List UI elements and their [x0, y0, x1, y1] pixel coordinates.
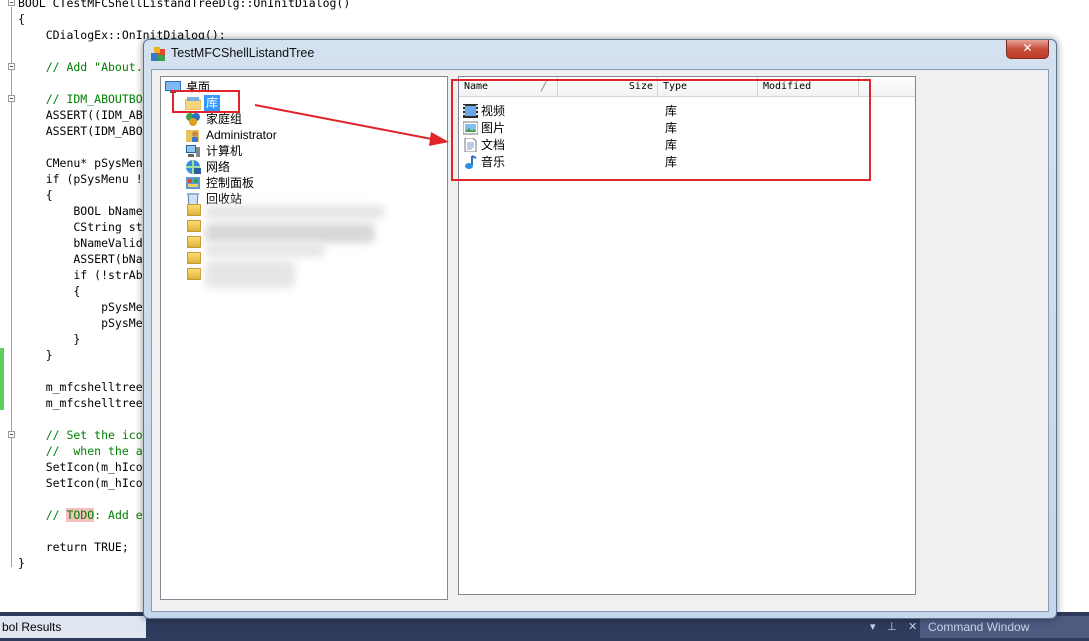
column-header-type[interactable]: Type: [658, 77, 758, 96]
redacted-text: [205, 205, 385, 219]
code-text: }: [18, 348, 53, 362]
homegroup-icon: [185, 111, 201, 127]
tree-item[interactable]: Administrator: [185, 127, 279, 143]
tree-item[interactable]: 库: [185, 95, 221, 111]
tree-item-label: 计算机: [206, 144, 243, 158]
window-title: TestMFCShellListandTree: [171, 46, 315, 60]
list-item-type: 库: [665, 155, 678, 169]
folder-icon: [187, 252, 201, 264]
change-indicator: [0, 348, 4, 410]
tree-item-label: 库: [204, 95, 221, 111]
code-line: {: [18, 187, 53, 203]
tree-item[interactable]: 控制面板: [185, 175, 256, 191]
network-icon: [185, 159, 201, 175]
list-item-type: 库: [665, 121, 678, 135]
shell-tree-view[interactable]: 桌面库家庭组 Administrator 计算机 网络 控制面板 回收站: [160, 76, 448, 600]
code-line: }: [18, 331, 80, 347]
control-panel-icon: [185, 175, 201, 191]
command-window-tab[interactable]: Command Window: [920, 616, 1089, 638]
code-text: }: [18, 332, 81, 346]
list-item[interactable]: 音乐 库: [463, 154, 903, 170]
code-line: }: [18, 555, 25, 571]
list-item[interactable]: 视频 库: [463, 103, 903, 119]
list-item[interactable]: 图片 库: [462, 120, 903, 136]
user-folder-icon: [185, 127, 201, 143]
fold-guide: [11, 7, 12, 567]
code-line: }: [18, 347, 53, 363]
tree-item[interactable]: 桌面: [165, 79, 212, 95]
tree-item-label: 控制面板: [206, 176, 255, 190]
tree-item[interactable]: 家庭组: [185, 111, 244, 127]
folder-icon: [187, 220, 201, 232]
app-icon: [151, 47, 165, 61]
list-item-name: 文档: [481, 138, 506, 152]
pane-controls[interactable]: ▾ ⊥ ✕: [870, 616, 921, 638]
column-header-name[interactable]: Name ╱: [459, 77, 558, 96]
symbol-results-tab[interactable]: bol Results: [0, 616, 146, 638]
picture-library-icon: [462, 121, 479, 135]
title-bar[interactable]: TestMFCShellListandTree ✕: [144, 40, 1056, 68]
document-library-icon: [463, 137, 478, 153]
code-text: {: [18, 188, 53, 202]
code-text: return TRUE;: [18, 540, 129, 554]
music-library-icon: [463, 155, 478, 169]
video-library-icon: [463, 104, 478, 118]
fold-toggle[interactable]: [8, 431, 15, 438]
folder-icon: [187, 268, 201, 280]
fold-toggle[interactable]: [8, 0, 15, 6]
redacted-text: [205, 223, 375, 243]
code-line: BOOL CTestMFCShellListandTreeDlg::OnInit…: [18, 0, 350, 11]
close-button[interactable]: ✕: [1006, 40, 1049, 59]
folder-icon: [187, 204, 201, 216]
sort-arrow-icon: ╱: [541, 81, 548, 92]
list-item[interactable]: 文档 库: [463, 137, 903, 153]
list-header: Name ╱ Size Type Modified: [459, 77, 915, 97]
code-line: {: [18, 283, 80, 299]
editor-gutter: [0, 0, 16, 612]
list-item-name: 音乐: [481, 155, 506, 169]
library-icon: [185, 95, 201, 111]
shell-list-view[interactable]: Name ╱ Size Type Modified 视频库图片库文档库音乐库: [458, 76, 916, 595]
code-line: {: [18, 11, 25, 27]
list-item-type: 库: [665, 138, 678, 152]
dialog-client-area: 桌面库家庭组 Administrator 计算机 网络 控制面板 回收站 Name ╱: [151, 69, 1049, 612]
fold-toggle[interactable]: [8, 95, 15, 102]
list-item-name: 视频: [481, 104, 506, 118]
code-line: return TRUE;: [18, 539, 129, 555]
code-text: BOOL CTestMFCShellListandTreeDlg::OnInit…: [18, 0, 351, 10]
tree-item[interactable]: 网络: [185, 159, 232, 175]
list-item-name: 图片: [481, 121, 506, 135]
column-header-size[interactable]: Size: [558, 77, 658, 96]
tree-item-label: 家庭组: [206, 112, 243, 126]
list-item-type: 库: [665, 104, 678, 118]
redacted-text: [205, 260, 295, 288]
redacted-text: [205, 243, 325, 257]
folder-icon: [187, 236, 201, 248]
tree-item-label: 桌面: [186, 80, 211, 94]
desktop-icon: [165, 79, 181, 95]
code-text: {: [18, 284, 81, 298]
column-header-modified[interactable]: Modified: [758, 77, 859, 96]
dialog-window: TestMFCShellListandTree ✕ 桌面库家庭组 Administ…: [143, 39, 1057, 619]
computer-icon: [185, 143, 201, 159]
code-text: //: [18, 508, 67, 522]
tree-item[interactable]: 计算机: [185, 143, 244, 159]
code-text: {: [18, 12, 25, 26]
fold-toggle[interactable]: [8, 63, 15, 70]
code-text: }: [18, 556, 25, 570]
close-icon: ✕: [1022, 41, 1033, 55]
tree-item-label: Administrator: [206, 128, 277, 142]
tree-item-label: 网络: [206, 160, 231, 174]
